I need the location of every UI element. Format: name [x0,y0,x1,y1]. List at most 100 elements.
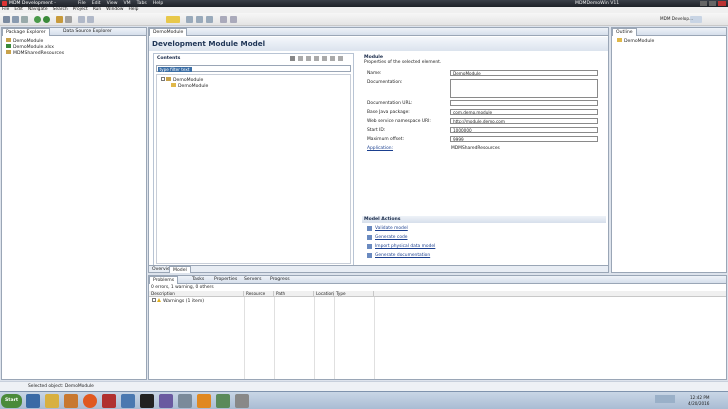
problems-view: Problems Tasks Properties Servers Progre… [148,275,727,380]
debug-icon[interactable] [34,16,41,23]
generate-documentation-link[interactable]: Generate documentation [375,253,430,258]
warning-icon [157,298,161,302]
generate-icon [367,235,372,240]
start-id-field[interactable]: 1000000 [450,127,598,133]
menu-icon[interactable] [338,56,343,61]
outline-item[interactable]: DemoModule [617,38,654,44]
run-icon[interactable] [43,16,50,23]
remove-icon[interactable] [306,56,311,61]
import-icon [367,244,372,249]
ie-icon[interactable] [26,394,40,408]
tab-problems[interactable]: Problems [149,276,179,284]
tab-data-source-explorer[interactable]: Data Source Explorer [60,28,115,36]
vm-manager-icon[interactable] [206,16,213,23]
maximize-button[interactable] [709,1,716,6]
namespace-field[interactable]: http://module.demo.com [450,118,598,124]
vm-menu-vm[interactable]: VM [124,0,131,7]
max-offset-label: Maximum offset: [367,137,404,142]
vm-menu[interactable]: File Edit View VM Tabs Help [78,0,163,7]
tab-outline[interactable]: Outline [612,28,637,36]
tool-icon[interactable] [178,394,192,408]
validate-model-link[interactable]: Validate model [375,226,408,231]
search-icon[interactable] [65,16,72,23]
max-offset-field[interactable]: 9999 [450,136,598,142]
contents-tools [290,56,343,61]
namespace-label: Web service namespace URI: [367,119,431,124]
tree-item-child[interactable]: DemoModule [171,83,208,89]
explorer-icon[interactable] [45,394,59,408]
vm-menu-file[interactable]: File [78,0,86,7]
contents-title: Contents [157,56,181,61]
minimize-button[interactable] [700,1,707,6]
col-resource[interactable]: Resource [244,291,274,297]
filter-icon[interactable] [330,56,335,61]
documentation-url-label: Documentation URL: [367,101,413,106]
application-link[interactable]: Application: [367,146,393,151]
problems-header: Description Resource Path Location Type [149,291,726,297]
eclipse-icon[interactable] [159,394,173,408]
tab-properties[interactable]: Properties [211,276,240,284]
tree-item[interactable]: MDMSharedResources [6,50,64,56]
vm-unity-icon[interactable] [230,16,237,23]
vm-snapshot-icon[interactable] [186,16,193,23]
tab-model[interactable]: Model [169,266,191,273]
system-tray[interactable] [655,395,675,403]
tab-servers[interactable]: Servers [241,276,264,284]
vm-fullscreen-icon[interactable] [220,16,227,23]
add-icon[interactable] [298,56,303,61]
editor-header: Development Module Model [149,37,608,51]
outlook-icon[interactable] [64,394,78,408]
col-type[interactable]: Type [334,291,374,297]
terminal-icon[interactable] [140,394,154,408]
save-icon[interactable] [12,16,19,23]
vm-title: MDMDemoWin V11 [575,1,620,6]
contents-section: Contents type filter text DemoModule Dem… [153,53,354,267]
collapse-icon[interactable] [314,56,319,61]
back-icon[interactable] [78,16,85,23]
app-icon[interactable] [121,394,135,408]
documentation-url-field[interactable] [450,100,598,106]
java-package-field[interactable]: com.demo.module [450,109,598,115]
filter-input[interactable]: type filter text [156,65,351,72]
col-location[interactable]: Location [314,291,334,297]
tab-progress[interactable]: Progress [267,276,293,284]
tab-tasks[interactable]: Tasks [189,276,207,284]
clock-time: 12:42 PM [690,395,710,400]
close-button[interactable] [718,1,726,6]
app3-icon[interactable] [235,394,249,408]
tab-package-explorer[interactable]: Package Explorer [2,28,50,36]
documentation-field[interactable] [450,79,598,98]
open-type-icon[interactable] [56,16,63,23]
app-icon [2,1,7,6]
start-button[interactable]: Start [1,394,22,408]
new-icon[interactable] [3,16,10,23]
col-path[interactable]: Path [274,291,314,297]
acrobat-icon[interactable] [102,394,116,408]
documentation-label: Documentation: [367,80,403,85]
forward-icon[interactable] [87,16,94,23]
vlc-icon[interactable] [197,394,211,408]
app2-icon[interactable] [216,394,230,408]
generate-code-link[interactable]: Generate code [375,235,408,240]
vm-revert-icon[interactable] [196,16,203,23]
vm-pause-icon[interactable] [166,16,180,23]
firefox-icon[interactable] [83,394,97,408]
table-row[interactable]: Warnings (1 item) [152,298,204,304]
model-actions-title: Model Actions [364,217,401,222]
print-icon[interactable] [21,16,28,23]
print-icon[interactable] [290,56,295,61]
tab-demomodule[interactable]: DemoModule [149,28,188,36]
expand-icon[interactable] [322,56,327,61]
status-bar: Selected object: DemoModule [0,381,728,391]
vm-menu-help[interactable]: Help [153,0,163,7]
vm-menu-view[interactable]: View [107,0,118,7]
vm-menu-edit[interactable]: Edit [92,0,101,7]
col-description[interactable]: Description [149,291,244,297]
name-field[interactable]: DemoModule [450,70,598,76]
perspective-label[interactable]: MDM Develop... [660,16,693,21]
status-text: Selected object: DemoModule [28,384,94,389]
vm-menu-tabs[interactable]: Tabs [137,0,147,7]
name-label: Name: [367,71,382,76]
page-title: Development Module Model [152,39,266,48]
import-data-model-link[interactable]: Import physical data model [375,244,435,249]
